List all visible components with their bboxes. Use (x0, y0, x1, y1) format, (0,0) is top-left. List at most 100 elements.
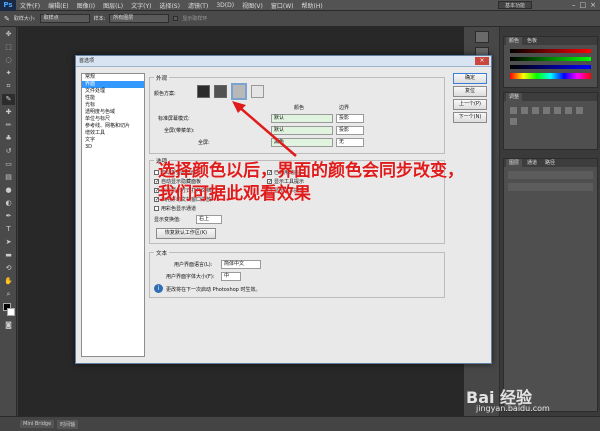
checkbox[interactable] (154, 206, 159, 211)
ui-font-size-select[interactable]: 中 (221, 272, 241, 281)
sample-label: 样本: (93, 16, 106, 22)
color-panel: 颜色 色板 (503, 36, 598, 88)
reset-button[interactable]: 复位 (453, 86, 487, 97)
color-scheme-light[interactable] (251, 85, 264, 98)
category-cursors[interactable]: 光标 (82, 102, 144, 109)
reset-workspace-button[interactable]: 恢复默认工作区(K) (156, 228, 216, 239)
category-3d[interactable]: 3D (82, 144, 144, 151)
blur-tool-icon[interactable]: ● (2, 185, 15, 196)
category-performance[interactable]: 性能 (82, 95, 144, 102)
menu-help[interactable]: 帮助(H) (298, 1, 327, 10)
fullscreen-menu-label: 全屏(带菜单): (164, 128, 195, 134)
maximize-icon[interactable]: □ (580, 1, 587, 9)
category-plugins[interactable]: 增效工具 (82, 130, 144, 137)
tab-paths[interactable]: 路径 (542, 159, 559, 167)
tab-layers[interactable]: 图层 (506, 159, 523, 167)
next-button[interactable]: 下一个(N) (453, 112, 487, 123)
category-general[interactable]: 常规 (82, 74, 144, 81)
fullscreen-menu-border-select[interactable]: 投影 (336, 126, 364, 135)
ok-button[interactable]: 确定 (453, 73, 487, 84)
path-select-tool-icon[interactable]: ➤ (2, 237, 15, 248)
fullscreen-label: 全屏: (198, 140, 210, 146)
arrow-icon (232, 101, 297, 157)
standard-screen-border-select[interactable]: 投影 (336, 114, 364, 123)
status-bar: Mini Bridge 时间轴 (0, 416, 600, 431)
sample-size-select[interactable]: 取样点 (39, 14, 90, 23)
category-type[interactable]: 文字 (82, 137, 144, 144)
show-ring-label: 显示取样环 (182, 16, 208, 22)
category-transparency[interactable]: 透明度与色域 (82, 109, 144, 116)
gradient-tool-icon[interactable]: ▤ (2, 172, 15, 183)
hand-tool-icon[interactable]: ✋ (2, 276, 15, 287)
menu-filter[interactable]: 滤镜(T) (184, 1, 212, 10)
lasso-tool-icon[interactable]: ◌ (2, 55, 15, 66)
brush-tool-icon[interactable]: ✏ (2, 120, 15, 131)
options-bar: ✎ 取样大小: 取样点 样本: 所有图层 显示取样环 (0, 11, 600, 27)
ui-font-size-label: 用户界面字体大小(F): (166, 274, 215, 280)
menu-layer[interactable]: 图层(L) (99, 1, 127, 10)
history-brush-tool-icon[interactable]: ↺ (2, 146, 15, 157)
3d-rotate-tool-icon[interactable]: ⟲ (2, 263, 15, 274)
pen-tool-icon[interactable]: ✒ (2, 211, 15, 222)
category-interface[interactable]: 界面 (82, 81, 144, 88)
mini-bridge-tab[interactable]: Mini Bridge (20, 420, 55, 428)
fullscreen-border-select[interactable]: 无 (336, 138, 364, 147)
close-icon[interactable]: × (590, 1, 596, 9)
type-tool-icon[interactable]: T (2, 224, 15, 235)
show-ring-checkbox[interactable] (173, 16, 179, 21)
tab-adjustments[interactable]: 调整 (506, 93, 523, 101)
tab-channels[interactable]: 通道 (524, 159, 541, 167)
healing-brush-tool-icon[interactable]: ✚ (2, 107, 15, 118)
history-panel-icon[interactable] (475, 31, 489, 43)
eraser-tool-icon[interactable]: ▭ (2, 159, 15, 170)
color-scheme-dark[interactable] (197, 85, 210, 98)
eyedropper-tool-icon[interactable]: ✎ (4, 15, 10, 23)
tab-swatches[interactable]: 色板 (524, 37, 541, 45)
window-controls: – □ × (572, 1, 596, 9)
menu-view[interactable]: 视图(V) (238, 1, 267, 10)
category-file-handling[interactable]: 文件处理 (82, 88, 144, 95)
transform-values-select[interactable]: 右上 (196, 215, 222, 224)
dodge-tool-icon[interactable]: ◐ (2, 198, 15, 209)
eyedropper-tool-icon[interactable]: ✎ (2, 94, 15, 105)
menu-file[interactable]: 文件(F) (16, 1, 44, 10)
timeline-tab[interactable]: 时间轴 (57, 419, 79, 429)
color-scheme-medium-dark[interactable] (214, 85, 227, 98)
dialog-close-button[interactable]: × (475, 57, 489, 65)
shape-tool-icon[interactable]: ▬ (2, 250, 15, 261)
minimize-icon[interactable]: – (572, 1, 576, 9)
tab-color[interactable]: 颜色 (506, 37, 523, 45)
color-channels-option[interactable]: 用彩色显示通道 (154, 205, 196, 212)
menu-type[interactable]: 文字(Y) (127, 1, 155, 10)
checkbox-label: 用彩色显示通道 (161, 206, 197, 212)
layers-panel: 图层 通道 路径 (503, 158, 598, 412)
zoom-tool-icon[interactable]: ⌕ (2, 289, 15, 300)
menu-image[interactable]: 图像(I) (73, 1, 99, 10)
workspace-select[interactable]: 基本功能 (497, 1, 532, 9)
ui-language-label: 用户界面语言(L): (174, 262, 213, 268)
move-tool-icon[interactable]: ✥ (2, 29, 15, 40)
clone-stamp-tool-icon[interactable]: ♣ (2, 133, 15, 144)
marquee-tool-icon[interactable]: ⬚ (2, 42, 15, 53)
quick-mask-icon[interactable]: ◙ (2, 320, 15, 331)
menu-select[interactable]: 选择(S) (155, 1, 184, 10)
ui-language-select[interactable]: 简体中文 (221, 260, 261, 269)
quick-select-tool-icon[interactable]: ✦ (2, 68, 15, 79)
dialog-title: 首选项 (76, 56, 491, 67)
text-title: 文本 (154, 249, 170, 257)
menu-window[interactable]: 窗口(W) (267, 1, 298, 10)
prev-button[interactable]: 上一个(P) (453, 99, 487, 110)
photoshop-logo: Ps (0, 0, 16, 11)
menu-3d[interactable]: 3D(D) (212, 2, 238, 9)
border-column-header: 边界 (339, 105, 350, 111)
annotation-text: 选择颜色以后，界面的颜色会同步改变，我们可据此观看效果 (158, 161, 464, 204)
category-units[interactable]: 单位与标尺 (82, 116, 144, 123)
adjustments-panel: 调整 (503, 92, 598, 150)
info-icon: i (154, 284, 163, 293)
color-swatches-icon[interactable] (2, 302, 15, 318)
menu-edit[interactable]: 编辑(E) (44, 1, 72, 10)
category-guides[interactable]: 参考线、网格和切片 (82, 123, 144, 130)
color-scheme-medium-light[interactable] (231, 83, 247, 100)
sample-select[interactable]: 所有图层 (109, 14, 170, 23)
crop-tool-icon[interactable]: ⌗ (2, 81, 15, 92)
